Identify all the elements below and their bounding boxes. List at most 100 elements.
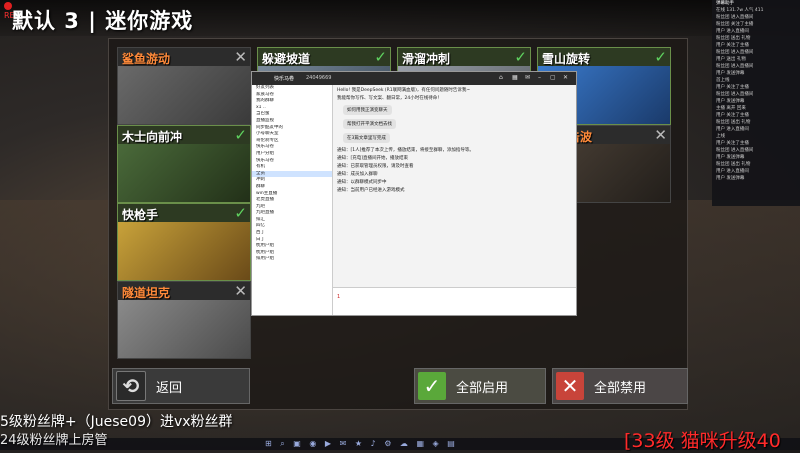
disable-all-label: 全部禁用 — [594, 380, 647, 396]
toggle-icon[interactable]: ✓ — [234, 204, 247, 222]
chat-sidebar-item[interactable]: 排汇 — [252, 217, 332, 224]
stream-ticker-secondary: 24级粉丝牌上房管 — [0, 433, 108, 448]
level-up-banner: [33级 猫咪升级40 — [624, 430, 781, 452]
toggle-icon[interactable]: ✓ — [514, 48, 527, 66]
chat-message: 通知：已获取管理员权限，请及时查看 — [337, 164, 414, 169]
chat-sidebar: 好友列表 家族马卷 我的群聊 x1 .. 当巴蜜 直播监视 同步酷友中的 小号聊天室 哥伦刹专区… — [252, 85, 333, 315]
stream-event-row: 用户 发送弹幕 — [716, 155, 745, 160]
enable-all-label: 全部启用 — [456, 380, 509, 396]
chat-input[interactable]: 1 — [333, 287, 576, 315]
chat-header-number: 24049669 — [306, 75, 332, 81]
back-button-label: 返回 — [156, 380, 183, 396]
stream-event-row: 用户 进入直播间 — [716, 127, 749, 132]
chat-message: 通知：成员加入群聊 — [337, 172, 378, 177]
tile-name: 快枪手 — [122, 208, 159, 222]
taskbar-app-icons[interactable]: ⊞ ⌕ ▣ ◉ ▶ ✉ ★ ♪ ⚙ ☁ ▦ ◈ ▤ — [265, 439, 458, 449]
stream-event-row: 用户 关注了主播 — [716, 141, 749, 146]
chat-sidebar-item[interactable]: 全员 — [252, 170, 332, 178]
chat-sidebar-item[interactable]: 九吧 — [252, 204, 332, 211]
chat-sidebar-item[interactable]: 家族马卷 — [252, 92, 332, 99]
chat-sidebar-item[interactable]: 用户分组 — [252, 151, 332, 158]
tile-thumbnail — [118, 300, 250, 358]
title-bar: REC 默认 3 | 迷你游戏 — [0, 0, 800, 36]
minigame-tile[interactable]: 鲨鱼游动 ✕ — [117, 47, 251, 125]
close-icon[interactable]: ✕ — [563, 74, 568, 81]
chat-sidebar-item[interactable]: 老虎直播 — [252, 197, 332, 204]
toggle-icon[interactable]: ✕ — [234, 282, 247, 300]
chat-sidebar-item[interactable]: win主直播 — [252, 191, 332, 198]
chat-sidebar-item[interactable]: 快乐马卷 — [252, 158, 332, 165]
chat-sidebar-item[interactable]: 同步酷友中的 — [252, 125, 332, 132]
chat-sidebar-item[interactable]: 直播监视 — [252, 118, 332, 125]
stream-event-row: 粉丝团 送出 礼物 — [716, 36, 751, 41]
tile-name: 鲨鱼游动 — [122, 52, 171, 66]
minigame-tile[interactable]: 快枪手 ✓ — [117, 203, 251, 281]
message-icon[interactable]: ✉ — [525, 74, 530, 81]
tile-thumbnail — [118, 222, 250, 280]
chat-sidebar-item[interactable]: 当巴蜜 — [252, 111, 332, 118]
minigame-tile[interactable]: 木士向前冲 ✓ — [117, 125, 251, 203]
enable-all-button[interactable]: ✓ 全部启用 — [414, 368, 546, 404]
tile-name: 雪山旋转 — [542, 52, 591, 66]
stream-panel-header: 弹幕助手 — [716, 1, 734, 6]
chat-app-name: 快乐马卷 — [274, 76, 295, 82]
chat-sidebar-item[interactable]: 我的群聊 — [252, 98, 332, 105]
minigame-tile[interactable]: 隧道坦克 ✕ — [117, 281, 251, 359]
chat-message: 帮我打开平演文档去找 — [343, 119, 396, 129]
stream-panel: 弹幕助手 在线 131.7w 人气 411 粉丝团 进入直播间 粉丝团 关注了主播… — [712, 0, 800, 206]
stream-event-row: 用户 发送弹幕 — [716, 176, 745, 181]
chat-sidebar-item[interactable]: 枕用户组 — [252, 250, 332, 257]
chat-sidebar-item[interactable]: 白丁 — [252, 237, 332, 244]
toggle-icon[interactable]: ✓ — [234, 126, 247, 144]
chat-message: 通知：当前用户已经进入游戏模式 — [337, 188, 405, 193]
stream-event-row: 用户 关注了主播 — [716, 43, 749, 48]
stream-event-row: 用户 发送弹幕 — [716, 71, 745, 76]
chat-sidebar-item[interactable]: 枕用户组 — [252, 243, 332, 250]
chat-sidebar-item[interactable]: 哥伦刹专区 — [252, 138, 332, 145]
disable-all-button[interactable]: ✕ 全部禁用 — [552, 368, 688, 404]
tile-name: 滑溜冲刺 — [402, 52, 451, 66]
chat-sidebar-item[interactable]: 好友列表 — [252, 85, 332, 92]
chat-message: 在3篇文章里写完成 — [343, 133, 390, 143]
chat-sidebar-item[interactable]: 九吧直播 — [252, 210, 332, 217]
chat-sidebar-item[interactable]: 快乐马卷 — [252, 144, 332, 151]
chat-sidebar-item[interactable]: 西丁 — [252, 230, 332, 237]
stream-event-row: 用户 送出 礼物 — [716, 57, 746, 62]
chat-sidebar-item[interactable]: 四亿 — [252, 223, 332, 230]
chat-message: 如何用我正演变聊天 — [343, 105, 392, 115]
tile-name: 木士向前冲 — [122, 130, 183, 144]
chat-sidebar-item[interactable]: x1 .. — [252, 105, 332, 112]
grid-icon[interactable]: ▦ — [512, 74, 518, 81]
back-arrow-icon: ⟲ — [116, 371, 146, 401]
stream-panel-stats: 在线 131.7w 人气 411 — [716, 8, 764, 13]
back-button[interactable]: ⟲ 返回 — [112, 368, 250, 404]
toggle-icon[interactable]: ✓ — [374, 48, 387, 66]
stream-event-row: 粉丝团 进入直播间 — [716, 15, 754, 20]
toggle-icon[interactable]: ✕ — [234, 48, 247, 66]
home-icon[interactable]: ⌂ — [499, 74, 503, 81]
chat-message: 通知：[充电]直播间开始，播放结束 — [337, 156, 409, 161]
tile-thumbnail — [118, 66, 250, 124]
toggle-icon[interactable]: ✕ — [654, 126, 667, 144]
stream-ticker: 5级粉丝牌+（Juese09）进vx粉丝群 — [0, 414, 233, 430]
chat-input-value: 1 — [337, 294, 341, 300]
chat-message: 通知：[1人]推荐了本次上传，播放结束，将接至群聊，添加指导等。 — [337, 148, 474, 153]
chat-sidebar-item[interactable]: 小号聊天室 — [252, 131, 332, 138]
stream-event-row: 粉丝团 进入直播间 — [716, 50, 754, 55]
chat-sidebar-item[interactable]: 冲刺 — [252, 177, 332, 184]
page-title: 默认 3 | 迷你游戏 — [12, 9, 194, 33]
chat-sidebar-item[interactable]: 排用户组 — [252, 256, 332, 263]
chat-sidebar-item[interactable]: 有机 — [252, 164, 332, 171]
tile-thumbnail — [118, 144, 250, 202]
chat-sidebar-item[interactable]: 群聊 — [252, 184, 332, 191]
chat-message: 通知：以群聊模式同步中 — [337, 180, 387, 185]
stream-event-row: 粉丝团 送出 礼物 — [716, 162, 751, 167]
stream-event-row: 粉丝团 进入直播间 — [716, 64, 754, 69]
chat-messages: Hello! 我是DeepSeek (R1联网满血版)，有任何问题随时告诉我~ 我… — [333, 85, 576, 287]
maximize-icon[interactable]: ▢ — [550, 74, 556, 81]
stream-event-row: 粉丝团 进入直播间 — [716, 148, 754, 153]
minimize-icon[interactable]: – — [538, 74, 541, 81]
toggle-icon[interactable]: ✓ — [654, 48, 667, 66]
stream-event-row: 主播 离开 回来 — [716, 106, 746, 111]
stream-event-row: 用户 关注了主播 — [716, 113, 749, 118]
